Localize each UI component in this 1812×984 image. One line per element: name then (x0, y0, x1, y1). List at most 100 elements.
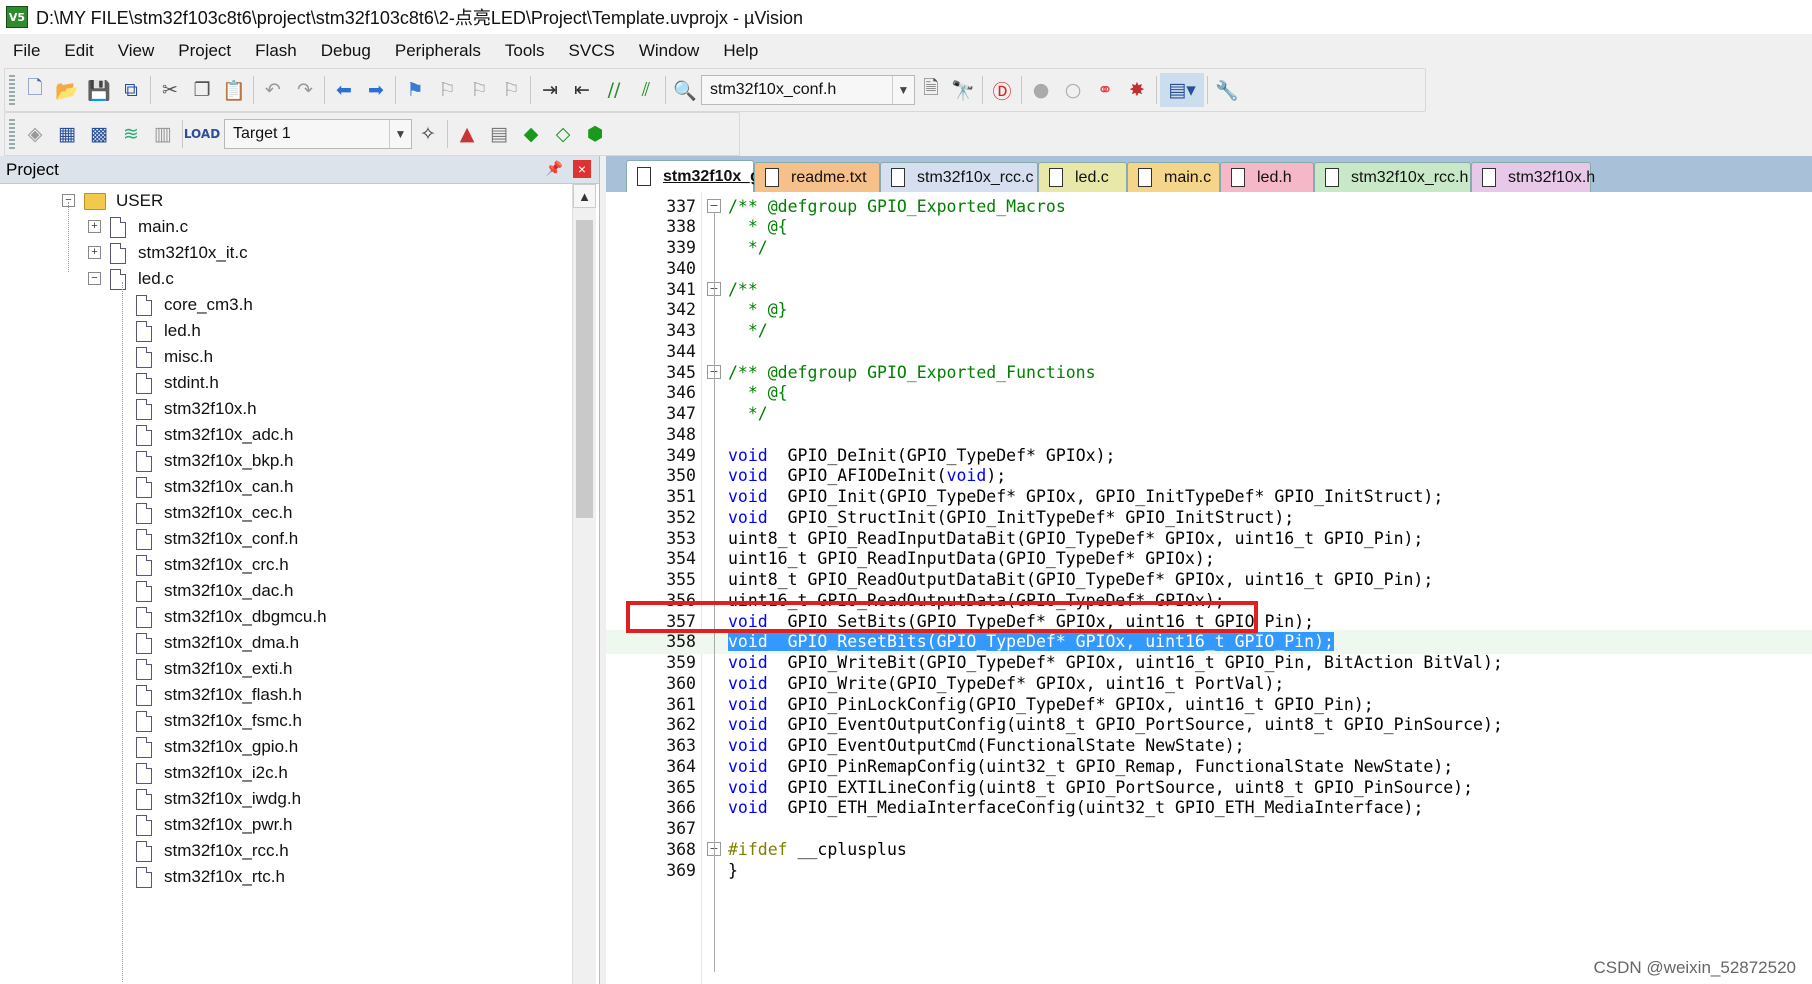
select-software-packs-icon[interactable]: ◇ (547, 117, 579, 151)
indent-icon[interactable]: ⇥ (534, 73, 566, 107)
menu-window[interactable]: Window (626, 41, 710, 61)
project-panel: Project 📌 × − USER + main.c + stm32f10x_it.c −… (0, 156, 600, 984)
title-bar: V5 D:\MY FILE\stm32f103c8t6\project\stm3… (0, 0, 1812, 34)
menu-flash[interactable]: Flash (242, 41, 308, 61)
bookmark-icon[interactable]: ⚑ (399, 73, 431, 107)
open-folder-icon[interactable]: 📂 (51, 73, 83, 107)
project-scrollbar[interactable]: ▲ (572, 184, 596, 984)
target-combo[interactable]: Target 1 ▼ (224, 119, 412, 149)
code-token: GPIO_EventOutputCmd(FunctionalState NewS… (767, 736, 1245, 755)
menu-debug[interactable]: Debug (308, 41, 382, 61)
menu-help[interactable]: Help (710, 41, 769, 61)
tab-stm32f10x-rcc-c[interactable]: stm32f10x_rcc.c (880, 162, 1038, 192)
tab-stm32f10x-gpio-h[interactable]: stm32f10x_gpio.h (626, 160, 798, 192)
pack-installer-icon[interactable]: ⬢ (579, 117, 611, 151)
code-token: void (728, 756, 768, 776)
copy-icon[interactable]: ❐ (186, 73, 218, 107)
code-text: void GPIO_PinRemapConfig(uint32_t GPIO_R… (728, 757, 1453, 776)
batch-build-icon[interactable]: ≋ (115, 117, 147, 151)
folder-icon (84, 192, 106, 210)
code-token: void (728, 694, 768, 714)
unindent-icon[interactable]: ⇤ (566, 73, 598, 107)
download-load-icon[interactable]: LOAD (184, 117, 220, 151)
line-number: 342 (666, 300, 696, 320)
tree-dep-row[interactable]: stm32f10x_rtc.h (136, 862, 285, 892)
line-number: 369 (666, 860, 696, 880)
breakpoint-disable-all-icon[interactable]: ⚭ (1089, 73, 1121, 107)
code-token: void (728, 777, 768, 797)
menu-edit[interactable]: Edit (51, 41, 104, 61)
header-file-icon (136, 424, 152, 446)
tree-dep-label: core_cm3.h (164, 295, 253, 314)
window-title: D:\MY FILE\stm32f103c8t6\project\stm32f1… (36, 8, 804, 28)
comment-icon[interactable]: // (598, 73, 630, 107)
scroll-thumb[interactable] (576, 220, 593, 518)
line-number: 366 (666, 798, 696, 818)
cut-icon[interactable]: ✂ (154, 73, 186, 107)
nav-back-icon[interactable]: ⬅ (328, 73, 360, 107)
code-token: GPIO_PinRemapConfig(uint32_t GPIO_Remap,… (767, 756, 1454, 776)
expand-icon[interactable]: + (88, 220, 101, 233)
code-text: * @{ (728, 383, 788, 402)
expand-icon[interactable]: + (88, 246, 101, 259)
tab-stm32f10x-rcc-h[interactable]: stm32f10x_rcc.h (1314, 162, 1471, 192)
nav-forward-icon[interactable]: ➡ (360, 73, 392, 107)
menu-peripherals[interactable]: Peripherals (382, 41, 492, 61)
translate-icon[interactable]: ◈ (19, 117, 51, 151)
target-options-icon[interactable]: ✧ (412, 117, 444, 151)
fold-toggle-icon[interactable]: − (707, 199, 721, 213)
rebuild-icon[interactable]: ▩ (83, 117, 115, 151)
debug-session-icon[interactable]: Ⓓ (986, 73, 1018, 107)
collapse-icon[interactable]: − (88, 272, 101, 285)
tab-stm32f10x-h[interactable]: stm32f10x.h (1471, 162, 1595, 192)
menu-project[interactable]: Project (165, 41, 242, 61)
breakpoint-insert-icon[interactable]: ● (1025, 73, 1057, 107)
menu-svcs[interactable]: SVCS (556, 41, 626, 61)
build-icon[interactable]: ▦ (51, 117, 83, 151)
code-view[interactable]: 337−/** @defgroup GPIO_Exported_Macros 33… (606, 192, 1812, 984)
tree-dep-label: stm32f10x_pwr.h (164, 815, 293, 834)
undo-icon[interactable]: ↶ (257, 73, 289, 107)
breakpoint-enable-icon[interactable]: ○ (1057, 73, 1089, 107)
find-combo[interactable]: stm32f10x_conf.h ▼ (701, 75, 915, 105)
menu-file[interactable]: File (0, 41, 51, 61)
separator (324, 76, 325, 104)
fold-guide-line (714, 212, 715, 972)
tab-led-c[interactable]: led.c (1038, 162, 1127, 192)
close-icon[interactable]: × (573, 160, 591, 178)
bookmark-prev-icon[interactable]: ⚐ (431, 73, 463, 107)
configure-icon[interactable]: 🔧 (1211, 73, 1243, 107)
code-text: /** (728, 280, 758, 299)
tree-dep-label: stm32f10x_iwdg.h (164, 789, 302, 808)
breakpoint-kill-all-icon[interactable]: ✸ (1121, 73, 1153, 107)
chevron-down-icon[interactable]: ▼ (389, 120, 411, 148)
incremental-find-icon[interactable]: 🔭 (947, 73, 979, 107)
menu-view[interactable]: View (105, 41, 166, 61)
stop-build-icon[interactable]: ▥ (147, 117, 179, 151)
window-layout-icon[interactable]: ▤▾ (1160, 73, 1204, 107)
save-all-icon[interactable]: ⧉ (115, 73, 147, 107)
paste-icon[interactable]: 📋 (218, 73, 250, 107)
chevron-down-icon[interactable]: ▼ (892, 76, 914, 104)
find-in-files-icon[interactable]: 🔍 (669, 73, 701, 107)
bookmark-clear-icon[interactable]: ⚐ (495, 73, 527, 107)
menu-tools[interactable]: Tools (492, 41, 556, 61)
pin-icon[interactable]: 📌 (546, 160, 563, 177)
tab-readme-txt[interactable]: readme.txt (754, 162, 880, 192)
save-icon[interactable]: 💾 (83, 73, 115, 107)
new-file-icon[interactable]: 🗋 (19, 73, 51, 107)
uncomment-icon[interactable]: ⫽ (630, 73, 662, 107)
scroll-up-icon[interactable]: ▲ (573, 184, 596, 208)
separator (447, 120, 448, 148)
tab-main-c[interactable]: main.c (1127, 162, 1220, 192)
redo-icon[interactable]: ↷ (289, 73, 321, 107)
tab-led-h[interactable]: led.h (1220, 162, 1314, 192)
code-token: GPIO_SetBits(GPIO_TypeDef* GPIOx, uint16… (767, 611, 1315, 631)
manage-run-time-env-icon[interactable]: ◆ (515, 117, 547, 151)
code-text: void GPIO_SetBits(GPIO_TypeDef* GPIOx, u… (728, 612, 1314, 631)
bookmark-next-icon[interactable]: ⚐ (463, 73, 495, 107)
find-icon[interactable]: 🗎 (915, 73, 947, 107)
manage-components-icon[interactable]: ▲ (451, 117, 483, 151)
file-extensions-icon[interactable]: ▤ (483, 117, 515, 151)
code-text: uint8_t GPIO_ReadOutputDataBit(GPIO_Type… (728, 570, 1433, 589)
